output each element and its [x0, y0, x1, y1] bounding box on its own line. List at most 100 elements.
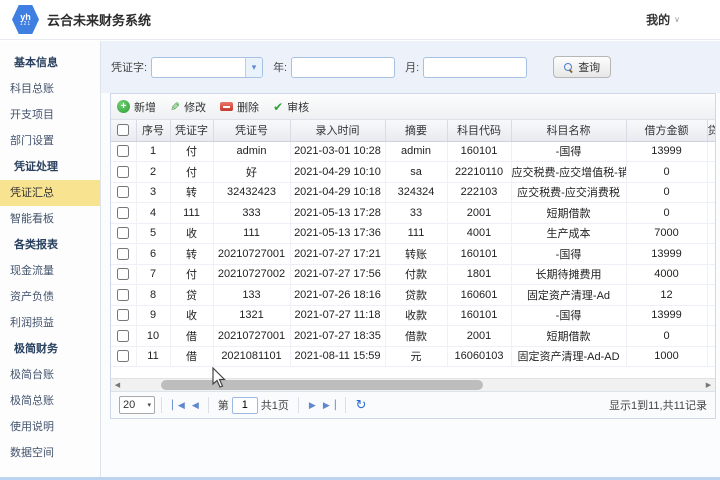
table-cell: 应交税费-应交增值税-销项税额抵减 [511, 162, 626, 183]
table-cell: 2021-07-27 18:35 [290, 326, 385, 347]
row-checkbox[interactable] [117, 289, 129, 301]
table-cell [707, 326, 716, 347]
row-checkbox[interactable] [117, 330, 129, 342]
edit-button[interactable]: 修改 [170, 99, 206, 115]
column-header[interactable]: 摘要 [385, 120, 447, 141]
row-checkbox[interactable] [117, 268, 129, 280]
edit-icon [170, 101, 180, 113]
delete-button[interactable]: 删除 [220, 99, 259, 115]
table-row[interactable]: 9收13212021-07-27 11:18收款160101-国得13999 [111, 305, 716, 326]
chevron-down-icon[interactable]: ▾ [245, 58, 262, 77]
table-cell [707, 346, 716, 367]
table-row[interactable]: 41113332021-05-13 17:28332001短期借款0 [111, 203, 716, 224]
table-cell: 5 [136, 223, 170, 244]
last-page-button[interactable]: ▶▕ [323, 400, 335, 411]
sidebar-item[interactable]: 凭证汇总 [0, 180, 100, 206]
column-header[interactable]: 科目代码 [447, 120, 511, 141]
table-cell: 1000 [626, 346, 707, 367]
user-menu[interactable]: 我的 ∨ [646, 11, 680, 28]
scroll-left-arrow-icon[interactable]: ◀ [111, 379, 124, 391]
column-header[interactable]: 贷方金额 [707, 120, 716, 141]
table-cell: 1801 [447, 264, 511, 285]
datagrid-panel: 新增修改删除审核 序号凭证字凭证号录入时间摘要科目代码科目名称借方金额贷方金额 … [110, 93, 716, 419]
table-row[interactable]: 5收1112021-05-13 17:361114001生产成本7000 [111, 223, 716, 244]
year-input[interactable] [291, 57, 395, 78]
voucher-type-select[interactable]: ▾ [151, 57, 263, 78]
table-cell: 111 [213, 223, 290, 244]
search-button-label: 查询 [578, 59, 600, 75]
row-checkbox[interactable] [117, 186, 129, 198]
scrollbar-thumb[interactable] [161, 380, 483, 390]
table-row[interactable]: 2付好2021-04-29 10:10sa22210110应交税费-应交增值税-… [111, 162, 716, 183]
sidebar-item[interactable]: 现金流量 [0, 258, 100, 284]
table-cell: 333 [213, 203, 290, 224]
pager-divider [208, 397, 209, 413]
table-cell: 0 [626, 203, 707, 224]
first-page-button[interactable]: ▏◀ [172, 400, 184, 411]
check-button[interactable]: 审核 [273, 99, 309, 115]
prev-page-button[interactable]: ◀ [192, 400, 198, 411]
row-checkbox[interactable] [117, 248, 129, 260]
record-summary: 显示1到11,共11记录 [609, 397, 707, 413]
sidebar-item[interactable]: 使用说明 [0, 414, 100, 440]
table-cell: 2021-03-01 10:28 [290, 141, 385, 162]
sidebar-item[interactable]: 科目总账 [0, 76, 100, 102]
table-row[interactable]: 3转324324232021-04-29 10:18324324222103应交… [111, 182, 716, 203]
table-cell: 13999 [626, 244, 707, 265]
next-page-button[interactable]: ▶ [309, 400, 315, 411]
column-header[interactable]: 科目名称 [511, 120, 626, 141]
horizontal-scrollbar[interactable]: ◀ ▶ [111, 378, 715, 391]
row-checkbox[interactable] [117, 207, 129, 219]
row-checkbox[interactable] [117, 145, 129, 157]
sidebar-item[interactable]: 数据空间 [0, 440, 100, 466]
row-checkbox[interactable] [117, 350, 129, 362]
row-checkbox[interactable] [117, 166, 129, 178]
table-row[interactable]: 7付202107270022021-07-27 17:56付款1801长期待摊费… [111, 264, 716, 285]
scroll-right-arrow-icon[interactable]: ▶ [702, 379, 715, 391]
table-cell: 20210727001 [213, 244, 290, 265]
sidebar-item[interactable]: 开支项目 [0, 102, 100, 128]
search-button[interactable]: 查询 [553, 56, 611, 78]
sidebar-item[interactable]: 部门设置 [0, 128, 100, 154]
select-all-checkbox[interactable] [117, 124, 129, 136]
table-cell: 6 [136, 244, 170, 265]
page-size-select[interactable]: 20 ▾ [119, 396, 155, 414]
sidebar-item[interactable]: 利润损益 [0, 310, 100, 336]
table-cell: 借 [170, 346, 213, 367]
chevron-down-icon: ▾ [147, 401, 151, 409]
column-header[interactable]: 凭证号 [213, 120, 290, 141]
table-cell: 160601 [447, 285, 511, 306]
column-header[interactable]: 录入时间 [290, 120, 385, 141]
table-row[interactable]: 10借202107270012021-07-27 18:35借款2001短期借款… [111, 326, 716, 347]
sidebar-item[interactable]: 极简台账 [0, 362, 100, 388]
sidebar-item[interactable]: 智能看板 [0, 206, 100, 232]
sidebar-section[interactable]: 凭证处理 [0, 154, 100, 180]
month-input[interactable] [423, 57, 527, 78]
table-row[interactable]: 11借20210811012021-08-11 15:59元16060103固定… [111, 346, 716, 367]
page-number-input[interactable] [232, 397, 258, 414]
toolbar-button-label: 删除 [237, 99, 259, 115]
table-cell: 2021-04-29 10:10 [290, 162, 385, 183]
sidebar-section[interactable]: 极简财务 [0, 336, 100, 362]
table-cell: 2001 [447, 203, 511, 224]
table-cell: 12 [626, 285, 707, 306]
table-row[interactable]: 8贷1332021-07-26 18:16贷款160601固定资产清理-Ad12 [111, 285, 716, 306]
add-button[interactable]: 新增 [117, 99, 156, 115]
column-header[interactable]: 凭证字 [170, 120, 213, 141]
table-cell: 元 [385, 346, 447, 367]
table-cell: 2021-05-13 17:28 [290, 203, 385, 224]
table-row[interactable]: 1付admin2021-03-01 10:28admin160101-国得139… [111, 141, 716, 162]
row-checkbox[interactable] [117, 309, 129, 321]
refresh-icon[interactable]: ↻ [356, 397, 367, 413]
column-header[interactable]: 序号 [136, 120, 170, 141]
sidebar-item[interactable]: 资产负债 [0, 284, 100, 310]
row-checkbox[interactable] [117, 227, 129, 239]
table-cell [707, 223, 716, 244]
sidebar-section[interactable]: 各类报表 [0, 232, 100, 258]
sidebar-item[interactable]: 极简总账 [0, 388, 100, 414]
table-cell: 2021-07-27 17:56 [290, 264, 385, 285]
table-row[interactable]: 6转202107270012021-07-27 17:21转账160101-国得… [111, 244, 716, 265]
sidebar-section[interactable]: 基本信息 [0, 50, 100, 76]
column-header[interactable]: 借方金额 [626, 120, 707, 141]
table-cell: 转 [170, 182, 213, 203]
